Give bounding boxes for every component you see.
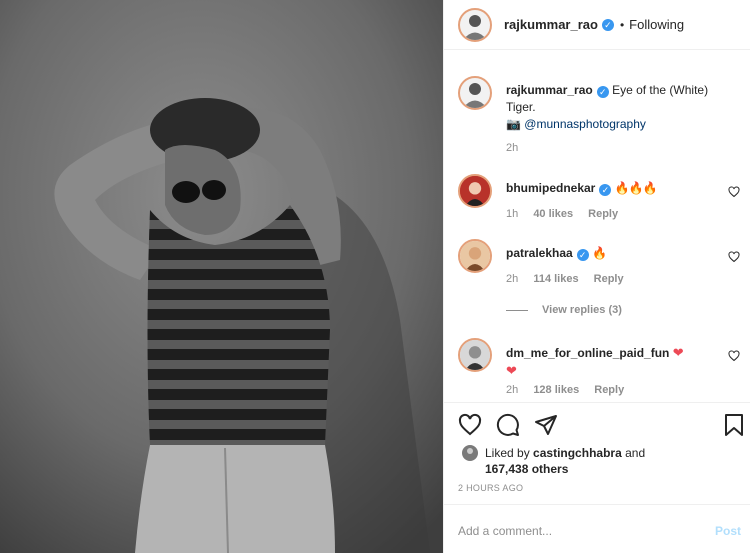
liker-avatar[interactable]: [462, 445, 478, 461]
view-replies-label: View replies (3): [542, 304, 622, 316]
author-username[interactable]: rajkummar_rao: [504, 17, 598, 32]
like-heart-icon[interactable]: [458, 413, 482, 437]
comment-username[interactable]: bhumipednekar: [506, 181, 595, 195]
author-avatar[interactable]: [458, 7, 492, 42]
comment-time[interactable]: 1h: [506, 208, 518, 220]
likes-text: Liked by castingchhabra and: [485, 445, 645, 461]
like-comment-heart-icon[interactable]: [728, 186, 740, 198]
caption-avatar[interactable]: [458, 76, 492, 110]
commenter-avatar[interactable]: [458, 174, 492, 208]
comment-time[interactable]: 2h: [506, 384, 518, 396]
comment-meta: 2h 128 likes Reply: [506, 384, 636, 396]
camera-emoji-icon: 📷: [506, 117, 521, 131]
comment-text: dm_me_for_online_paid_fun ❤ ❤: [506, 344, 726, 380]
verified-badge-icon: ✓: [596, 86, 609, 98]
comment-body: 🔥: [592, 246, 607, 260]
comment-meta: 1h 40 likes Reply: [506, 208, 630, 220]
commenter-avatar[interactable]: [458, 239, 492, 273]
comment-username[interactable]: dm_me_for_online_paid_fun: [506, 346, 669, 360]
reply-button[interactable]: Reply: [588, 208, 618, 220]
comment-likes[interactable]: 40 likes: [533, 208, 573, 220]
add-comment-bar: Add a comment... Post: [444, 504, 750, 553]
likes-summary: Liked by castingchhabra and 167,438 othe…: [458, 445, 645, 477]
replies-divider: [506, 309, 528, 311]
comment-likes[interactable]: 128 likes: [533, 384, 579, 396]
post-actions: Liked by castingchhabra and 167,438 othe…: [444, 402, 750, 502]
liked-by-and: and: [625, 446, 646, 460]
comment-bubble-icon[interactable]: [496, 413, 520, 437]
commenter-avatar[interactable]: [458, 338, 492, 372]
comment-username[interactable]: patralekhaa: [506, 246, 573, 260]
caption-username[interactable]: rajkummar_rao: [506, 83, 593, 97]
post-header: rajkummar_rao ✓ • Following: [444, 0, 750, 50]
likes-count[interactable]: 167,438 others: [485, 462, 568, 476]
separator-dot: •: [619, 17, 625, 32]
comment-body: 🔥🔥🔥: [614, 181, 658, 195]
comments-list: rajkummar_rao ✓ Eye of the (White) Tiger.…: [444, 62, 750, 400]
verified-badge-icon: ✓: [599, 184, 612, 196]
share-send-icon[interactable]: [534, 413, 558, 437]
view-replies-button[interactable]: View replies (3): [506, 304, 622, 316]
comment-meta: 2h 114 likes Reply: [506, 273, 636, 285]
action-icons: [458, 413, 748, 437]
caption-time[interactable]: 2h: [506, 142, 518, 154]
like-comment-heart-icon[interactable]: [728, 251, 740, 263]
comment-likes[interactable]: 114 likes: [533, 273, 578, 285]
verified-badge-icon: ✓: [601, 18, 614, 31]
caption-text: rajkummar_rao ✓ Eye of the (White) Tiger.…: [506, 82, 726, 133]
caption-meta: 2h: [506, 142, 530, 154]
post-details-panel: rajkummar_rao ✓ • Following rajkummar_ra…: [443, 0, 750, 553]
following-button[interactable]: Following: [629, 17, 684, 32]
credit-link[interactable]: @munnasphotography: [524, 117, 646, 131]
liked-by-user[interactable]: castingchhabra: [533, 446, 622, 460]
post-timestamp[interactable]: 2 HOURS AGO: [458, 483, 523, 493]
save-bookmark-icon[interactable]: [722, 413, 746, 437]
caption-part2: Tiger.: [506, 100, 536, 114]
like-comment-heart-icon[interactable]: [728, 350, 740, 362]
likes-count-line: 167,438 others: [485, 461, 645, 477]
reply-button[interactable]: Reply: [594, 273, 624, 285]
verified-badge-icon: ✓: [576, 249, 589, 261]
person-photo-illustration: [0, 0, 443, 553]
comment-text: patralekhaa ✓ 🔥: [506, 245, 726, 262]
comment-body-b: ❤: [506, 363, 517, 378]
comment-time[interactable]: 2h: [506, 273, 518, 285]
comment-text: bhumipednekar ✓ 🔥🔥🔥: [506, 180, 726, 197]
comment-body-a: ❤: [672, 345, 684, 360]
post-photo[interactable]: [0, 0, 443, 553]
comment-input[interactable]: Add a comment...: [458, 524, 552, 538]
caption-part1: Eye of the (White): [612, 83, 709, 97]
reply-button[interactable]: Reply: [594, 384, 624, 396]
liked-by-prefix: Liked by: [485, 446, 530, 460]
post-comment-button[interactable]: Post: [715, 524, 741, 538]
